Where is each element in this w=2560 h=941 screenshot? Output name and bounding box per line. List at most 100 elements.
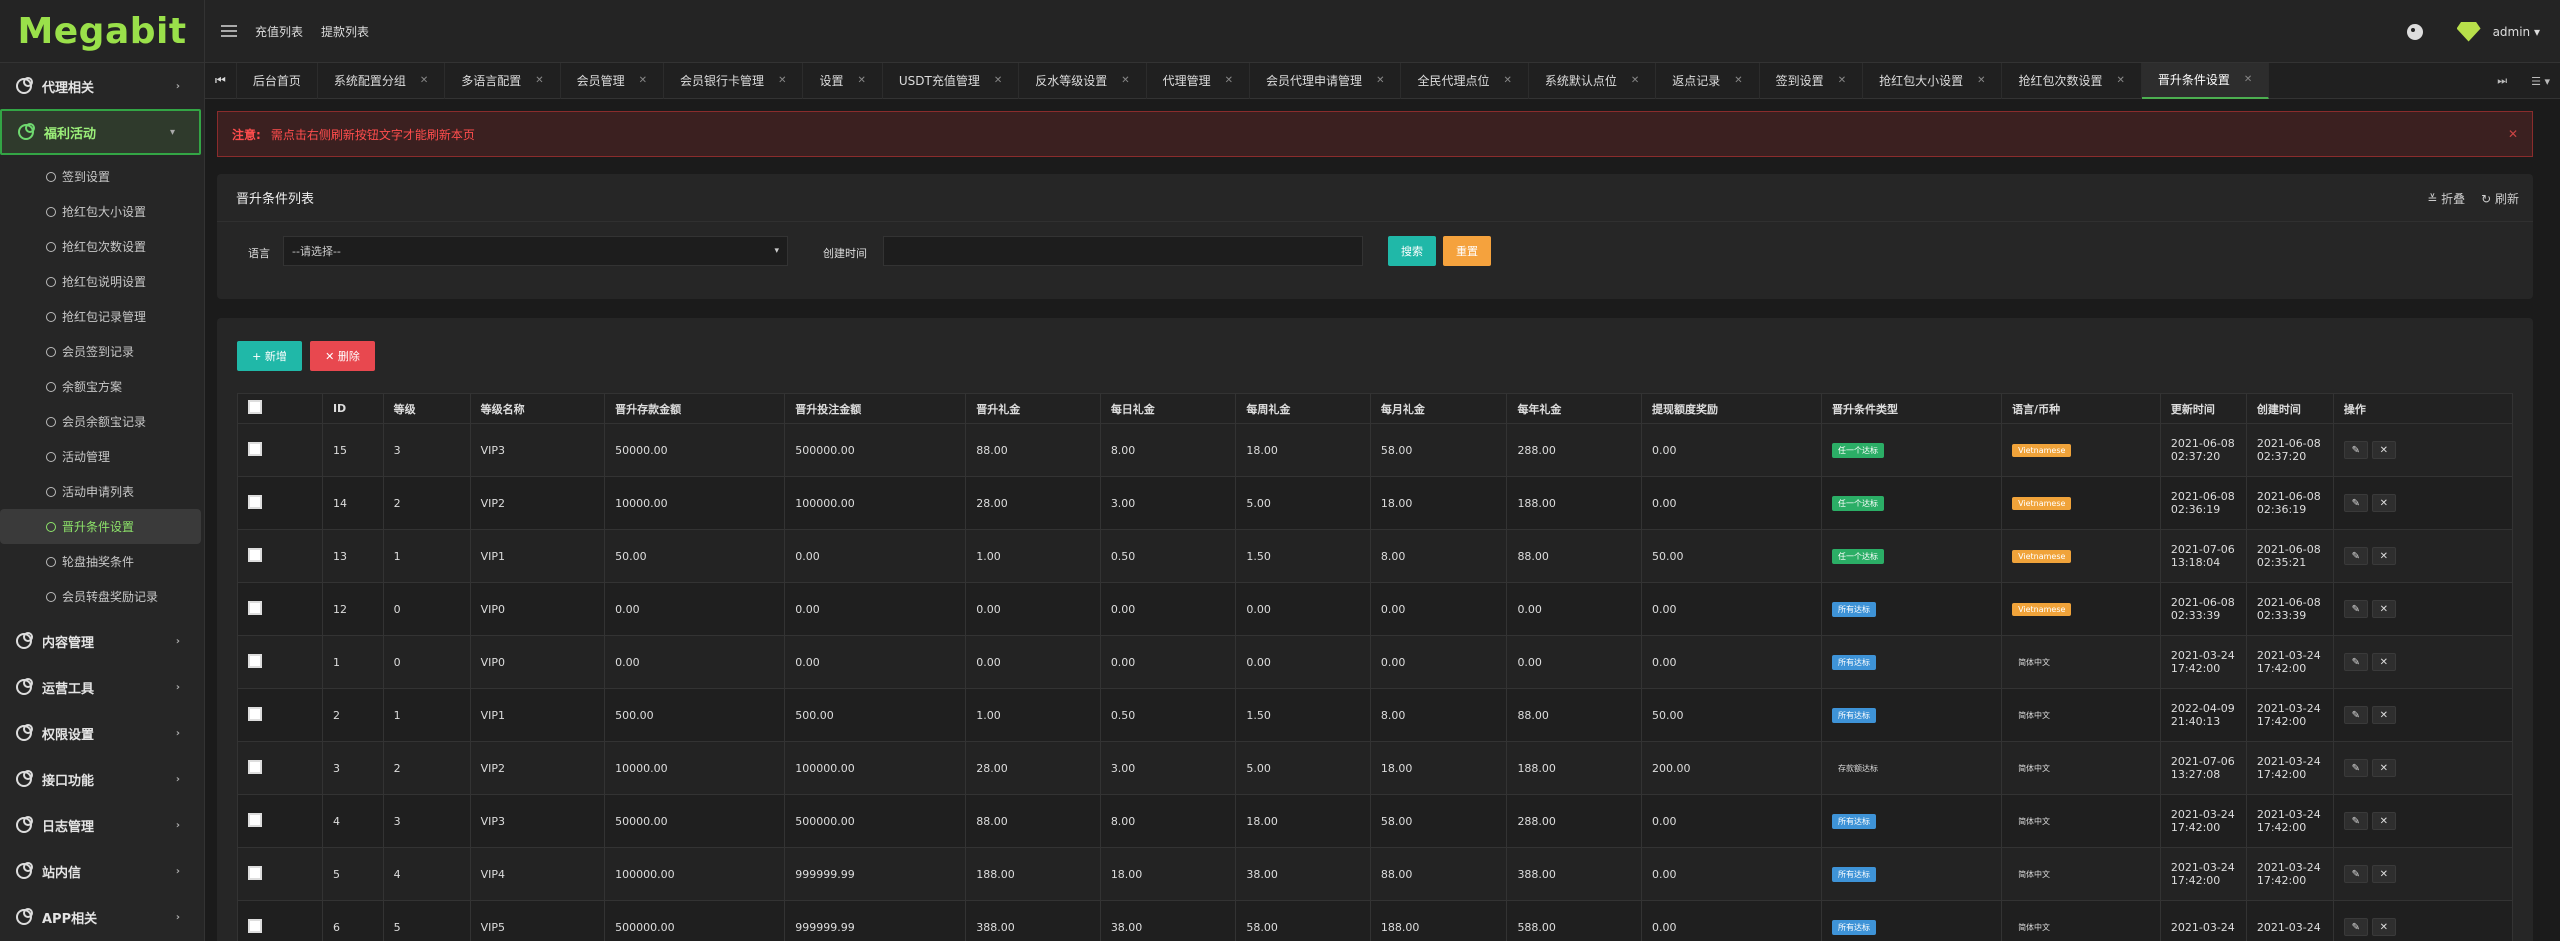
close-icon[interactable]: ✕ xyxy=(2117,75,2125,86)
row-checkbox[interactable] xyxy=(248,812,262,827)
sidebar-subitem[interactable]: 签到设置 xyxy=(0,159,204,194)
row-checkbox[interactable] xyxy=(248,441,262,456)
tabs-scroll-left-icon[interactable]: ⏮ xyxy=(205,62,237,99)
tab-item[interactable]: 多语言配置 ✕ xyxy=(445,62,561,99)
tab-item[interactable]: 全民代理点位 ✕ xyxy=(1401,62,1529,99)
delete-icon[interactable]: ✕ xyxy=(2371,547,2396,565)
tab-item[interactable]: 晋升条件设置 ✕ xyxy=(2141,62,2270,99)
tab-item[interactable]: 会员管理 ✕ xyxy=(561,62,665,99)
sidebar-subitem[interactable]: 活动申请列表 xyxy=(0,474,204,509)
tab-item[interactable]: 会员银行卡管理 ✕ xyxy=(664,62,804,99)
tabs-menu-icon[interactable]: ☰ ▾ xyxy=(2531,75,2550,88)
sidebar-subitem[interactable]: 余额宝方案 xyxy=(0,369,204,404)
delete-icon[interactable]: ✕ xyxy=(2371,759,2396,777)
select-all-checkbox[interactable] xyxy=(248,400,262,414)
sidebar-subitem[interactable]: 抢红包记录管理 xyxy=(0,299,204,334)
sidebar-group[interactable]: 接口功能 › xyxy=(0,756,204,802)
edit-icon[interactable]: ✎ xyxy=(2343,918,2368,936)
tab-item[interactable]: 系统默认点位 ✕ xyxy=(1529,62,1657,99)
create-time-input[interactable] xyxy=(883,236,1363,266)
delete-icon[interactable]: ✕ xyxy=(2371,494,2396,512)
close-icon[interactable]: ✕ xyxy=(1631,75,1639,86)
tab-item[interactable]: 抢红包次数设置 ✕ xyxy=(2002,62,2142,99)
row-checkbox[interactable] xyxy=(248,547,262,562)
sidebar-subitem[interactable]: 晋升条件设置 xyxy=(0,509,201,544)
close-icon[interactable]: ✕ xyxy=(857,75,865,86)
close-icon[interactable]: ✕ xyxy=(639,75,647,86)
language-select[interactable]: --请选择-- ▾ xyxy=(283,236,788,266)
row-checkbox[interactable] xyxy=(248,865,262,880)
sidebar-group[interactable]: 站内信 › xyxy=(0,848,204,894)
add-button[interactable]: + 新增 xyxy=(237,341,302,371)
menu-toggle-icon[interactable] xyxy=(221,25,237,37)
row-checkbox[interactable] xyxy=(248,653,262,668)
search-button[interactable]: 搜索 xyxy=(1388,236,1436,266)
recharge-list-link[interactable]: 充值列表 xyxy=(255,23,303,40)
edit-icon[interactable]: ✎ xyxy=(2343,600,2368,618)
close-icon[interactable]: ✕ xyxy=(1977,75,1985,86)
delete-icon[interactable]: ✕ xyxy=(2371,441,2396,459)
edit-icon[interactable]: ✎ xyxy=(2343,494,2368,512)
close-icon[interactable]: ✕ xyxy=(420,75,428,86)
edit-icon[interactable]: ✎ xyxy=(2343,547,2368,565)
delete-icon[interactable]: ✕ xyxy=(2371,918,2396,936)
palette-icon[interactable] xyxy=(2406,23,2423,40)
sidebar-subitem[interactable]: 抢红包次数设置 xyxy=(0,229,204,264)
edit-icon[interactable]: ✎ xyxy=(2343,812,2368,830)
delete-button[interactable]: ✕ 删除 xyxy=(310,341,375,371)
close-icon[interactable]: ✕ xyxy=(1121,75,1129,86)
delete-icon[interactable]: ✕ xyxy=(2371,812,2396,830)
delete-icon[interactable]: ✕ xyxy=(2371,600,2396,618)
reset-button[interactable]: 重置 xyxy=(1443,236,1491,266)
sidebar-group[interactable]: 代理相关 › xyxy=(0,63,204,109)
delete-icon[interactable]: ✕ xyxy=(2371,865,2396,883)
sidebar-group[interactable]: APP相关 › xyxy=(0,894,204,940)
row-checkbox[interactable] xyxy=(248,706,262,721)
tab-item[interactable]: 设置 ✕ xyxy=(803,62,883,99)
tab-item[interactable]: 返点记录 ✕ xyxy=(1656,62,1760,99)
sidebar-group[interactable]: 日志管理 › xyxy=(0,802,204,848)
sidebar-group[interactable]: 运营工具 › xyxy=(0,664,204,710)
sidebar-group[interactable]: 内容管理 › xyxy=(0,618,204,664)
tab-item[interactable]: USDT充值管理 ✕ xyxy=(883,62,1020,99)
sidebar-subitem[interactable]: 活动管理 xyxy=(0,439,204,474)
logo[interactable]: Megabit xyxy=(0,0,204,63)
close-icon[interactable]: ✕ xyxy=(2508,127,2518,141)
tab-item[interactable]: 会员代理申请管理 ✕ xyxy=(1250,62,1402,99)
user-menu[interactable]: admin ▾ xyxy=(2455,18,2540,46)
close-icon[interactable]: ✕ xyxy=(1503,75,1511,86)
tabs-scroll-right-icon[interactable]: ⏭ xyxy=(2497,74,2507,88)
delete-icon[interactable]: ✕ xyxy=(2371,653,2396,671)
sidebar-subitem[interactable]: 会员转盘奖励记录 xyxy=(0,579,204,614)
delete-icon[interactable]: ✕ xyxy=(2371,706,2396,724)
withdraw-list-link[interactable]: 提款列表 xyxy=(321,23,369,40)
close-icon[interactable]: ✕ xyxy=(535,75,543,86)
tab-item[interactable]: 系统配置分组 ✕ xyxy=(318,62,446,99)
refresh-button[interactable]: ↻ 刷新 xyxy=(2481,190,2519,207)
tab-item[interactable]: 签到设置 ✕ xyxy=(1760,62,1864,99)
sidebar-subitem[interactable]: 会员签到记录 xyxy=(0,334,204,369)
row-checkbox[interactable] xyxy=(248,759,262,774)
collapse-button[interactable]: ≚ 折叠 xyxy=(2427,190,2465,207)
row-checkbox[interactable] xyxy=(248,494,262,509)
edit-icon[interactable]: ✎ xyxy=(2343,706,2368,724)
sidebar-subitem[interactable]: 抢红包大小设置 xyxy=(0,194,204,229)
row-checkbox[interactable] xyxy=(248,600,262,615)
close-icon[interactable]: ✕ xyxy=(994,75,1002,86)
edit-icon[interactable]: ✎ xyxy=(2343,759,2368,777)
close-icon[interactable]: ✕ xyxy=(778,75,786,86)
close-icon[interactable]: ✕ xyxy=(1376,75,1384,86)
sidebar-group-welfare[interactable]: 福利活动 ▾ xyxy=(0,109,201,155)
row-checkbox[interactable] xyxy=(248,918,262,933)
sidebar-subitem[interactable]: 轮盘抽奖条件 xyxy=(0,544,204,579)
close-icon[interactable]: ✕ xyxy=(2244,74,2252,85)
sidebar-subitem[interactable]: 抢红包说明设置 xyxy=(0,264,204,299)
sidebar-subitem[interactable]: 会员余额宝记录 xyxy=(0,404,204,439)
tab-item[interactable]: 抢红包大小设置 ✕ xyxy=(1863,62,2003,99)
edit-icon[interactable]: ✎ xyxy=(2343,653,2368,671)
tab-item[interactable]: 反水等级设置 ✕ xyxy=(1019,62,1147,99)
tab-item[interactable]: 后台首页 xyxy=(237,62,318,99)
close-icon[interactable]: ✕ xyxy=(1734,75,1742,86)
close-icon[interactable]: ✕ xyxy=(1838,75,1846,86)
tab-item[interactable]: 代理管理 ✕ xyxy=(1147,62,1251,99)
